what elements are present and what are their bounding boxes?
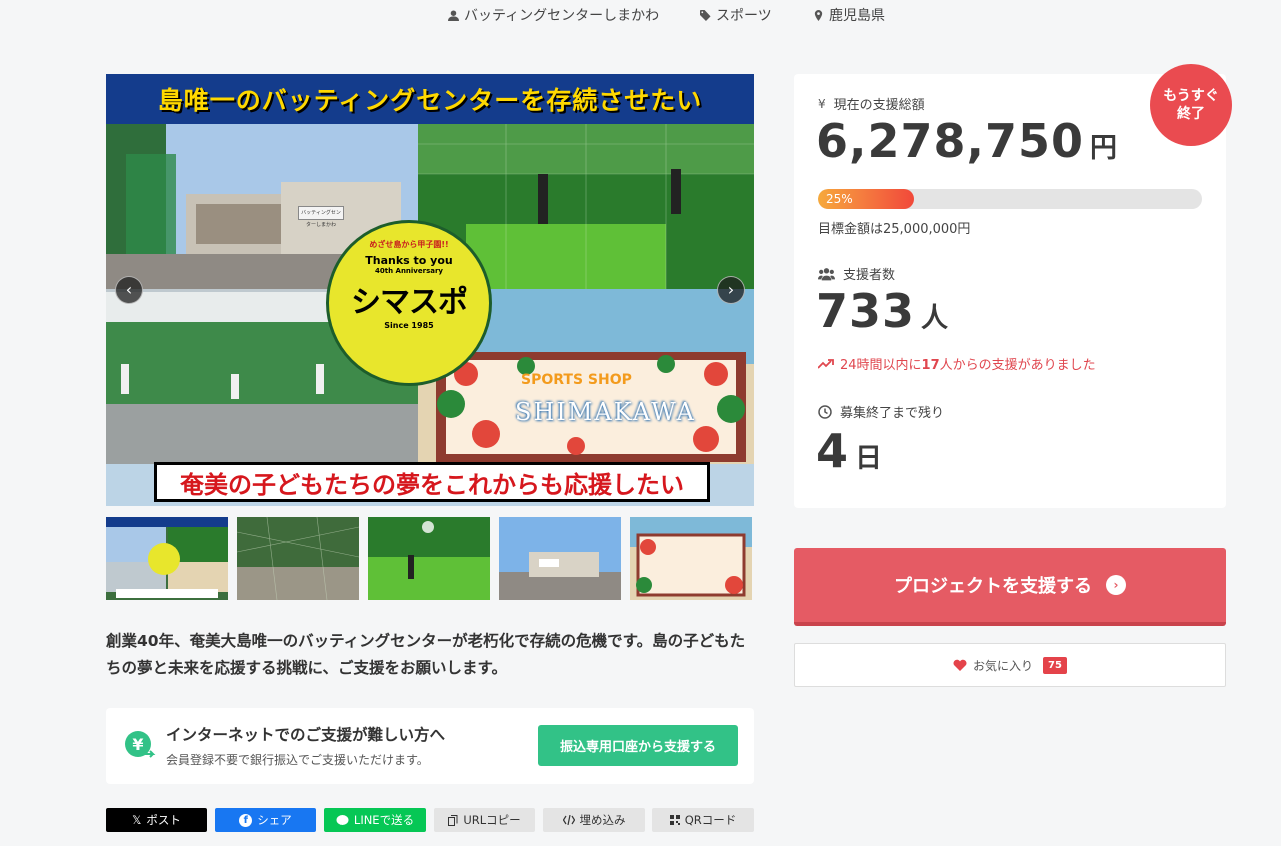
project-summary: 創業40年、奄美大島唯一のバッティングセンターが老朽化で存続の危機です。島の子ど… xyxy=(106,632,746,677)
supporters-count-unit: 人 xyxy=(921,303,950,334)
location-name: 鹿児島県 xyxy=(829,8,885,24)
copy-icon xyxy=(448,814,458,826)
yen-icon: ¥ xyxy=(818,96,826,111)
thumbnail-strip xyxy=(106,517,754,600)
total-amount-unit: 円 xyxy=(1090,133,1118,164)
yen-transfer-icon: ¥ xyxy=(125,731,156,758)
logo-anniversary: 40th Anniversary xyxy=(375,267,443,275)
remaining-days-unit: 日 xyxy=(855,443,884,474)
facebook-icon: f xyxy=(239,813,253,827)
favorite-label: お気に入り xyxy=(973,658,1034,673)
trend-count: 17 xyxy=(921,358,940,373)
code-icon xyxy=(562,815,575,825)
hero-image: 島唯一のバッティングセンターを存続させたい バッティングセンターしまかわ めざせ… xyxy=(106,74,754,506)
line-share-button[interactable]: LINEで送る xyxy=(324,808,426,832)
chevron-right-icon: › xyxy=(727,280,735,299)
heart-icon xyxy=(953,659,967,671)
tag-icon xyxy=(700,9,711,21)
remaining-days: 4日 xyxy=(816,424,883,478)
organizer-name: バッティングセンターしまかわ xyxy=(464,8,660,24)
funding-progress-bar: 25% xyxy=(818,189,1202,209)
shop-sign-name: SHIMAKAWA xyxy=(515,398,696,426)
hero-bottom-banner: 奄美の子どもたちの夢をこれからも応援したい xyxy=(154,462,710,502)
logo-name: シマスポ xyxy=(351,285,468,320)
ending-soon-line1: もうすぐ xyxy=(1163,88,1219,104)
map-pin-icon xyxy=(814,9,823,21)
organizer-link[interactable]: バッティングセンターしまかわ xyxy=(448,5,659,25)
line-icon xyxy=(336,814,349,825)
total-amount-label: ¥ 現在の支援総額 xyxy=(818,94,925,114)
support-project-button[interactable]: プロジェクトを支援する › xyxy=(794,548,1226,626)
clock-icon xyxy=(818,404,832,419)
qr-code-label: QRコード xyxy=(684,813,737,827)
url-copy-label: URLコピー xyxy=(463,813,521,827)
url-copy-button[interactable]: URLコピー xyxy=(434,808,535,832)
facebook-share-label: シェア xyxy=(257,813,292,827)
trend-prefix: 24時間以内に xyxy=(840,358,922,373)
support-project-label: プロジェクトを支援する xyxy=(894,576,1092,597)
project-meta-row: バッティングセンターしまかわ スポーツ 鹿児島県 xyxy=(0,0,1281,28)
thumbnail-3[interactable] xyxy=(368,517,490,600)
remaining-label-text: 募集終了まで残り xyxy=(840,406,945,421)
remaining-days-value: 4 xyxy=(816,424,850,478)
hero-bottom-banner-text: 奄美の子どもたちの夢をこれからも応援したい xyxy=(180,470,684,499)
x-post-button[interactable]: 𝕏 ポスト xyxy=(106,808,207,832)
total-amount-value: 6,278,750 xyxy=(816,114,1084,168)
thumbnail-4[interactable] xyxy=(499,517,621,600)
hero-top-banner: 島唯一のバッティングセンターを存続させたい xyxy=(106,74,754,124)
ending-soon-line2: 終了 xyxy=(1177,106,1205,122)
facebook-share-button[interactable]: f シェア xyxy=(215,808,316,832)
thumbnail-1[interactable] xyxy=(106,517,228,600)
users-icon xyxy=(818,267,835,280)
total-amount: 6,278,750 円 xyxy=(816,114,1118,168)
thumbnail-5[interactable] xyxy=(630,517,752,600)
chevron-right-circle-icon: › xyxy=(1106,575,1126,595)
building-sign: バッティングセンターしまかわ xyxy=(298,206,344,228)
supporters-count-value: 733 xyxy=(816,284,916,338)
supporters-count: 733 人 xyxy=(816,284,949,338)
logo-since: Since 1985 xyxy=(384,321,434,330)
qr-code-button[interactable]: QRコード xyxy=(652,808,754,832)
x-post-label: ポスト xyxy=(146,813,181,827)
bank-transfer-title: インターネットでのご支援が難しい方へ xyxy=(166,726,446,744)
favorite-count-badge: 75 xyxy=(1043,656,1067,674)
user-icon xyxy=(448,9,459,21)
qr-code-icon xyxy=(669,815,680,825)
line-share-label: LINEで送る xyxy=(353,813,415,827)
shop-sign: SPORTS SHOP SHIMAKAWA xyxy=(451,362,731,458)
embed-button[interactable]: 埋め込み xyxy=(543,808,645,832)
location-link[interactable]: 鹿児島県 xyxy=(813,5,885,25)
shop-sign-top: SPORTS SHOP xyxy=(521,372,632,388)
ending-soon-badge: もうすぐ 終了 xyxy=(1150,64,1232,146)
hero-top-banner-text: 島唯一のバッティングセンターを存続させたい xyxy=(157,86,703,115)
funding-stats-panel: ¥ 現在の支援総額 6,278,750 円 25% 目標金額は25,000,000… xyxy=(794,74,1226,508)
logo-thanks: Thanks to you xyxy=(365,254,453,267)
funding-progress-fill: 25% xyxy=(818,189,914,209)
supporters-label: 支援者数 xyxy=(818,264,895,283)
supporters-label-text: 支援者数 xyxy=(843,268,896,283)
remaining-label: 募集終了まで残り xyxy=(818,402,944,421)
embed-label: 埋め込み xyxy=(579,813,626,827)
trend-suffix: 人からの支援がありました xyxy=(939,358,1096,373)
category-link[interactable]: スポーツ xyxy=(700,5,772,25)
favorite-button[interactable]: お気に入り 75 xyxy=(794,643,1226,687)
thumbnail-2[interactable] xyxy=(237,517,359,600)
bank-transfer-box: ¥ インターネットでのご支援が難しい方へ 会員登録不要で銀行振込でご支援いただけ… xyxy=(106,708,754,784)
total-amount-label-text: 現在の支援総額 xyxy=(833,98,925,113)
category-name: スポーツ xyxy=(716,8,772,24)
carousel-next-button[interactable]: › xyxy=(717,276,745,304)
bank-transfer-button[interactable]: 振込専用口座から支援する xyxy=(538,725,738,766)
x-icon: 𝕏 xyxy=(132,813,142,827)
yen-icon-glyph: ¥ xyxy=(132,735,143,754)
recent-supporters-trend: 24時間以内に17人からの支援がありました xyxy=(818,354,1096,373)
trending-up-icon xyxy=(818,358,834,369)
carousel-prev-button[interactable]: ‹ xyxy=(115,276,143,304)
chevron-left-icon: ‹ xyxy=(125,280,133,299)
share-buttons: 𝕏 ポスト f シェア LINEで送る URLコピー 埋め込み QRコード xyxy=(106,808,754,832)
goal-amount: 目標金額は25,000,000円 xyxy=(818,222,971,237)
bank-transfer-subtitle: 会員登録不要で銀行振込でご支援いただけます。 xyxy=(166,753,429,767)
